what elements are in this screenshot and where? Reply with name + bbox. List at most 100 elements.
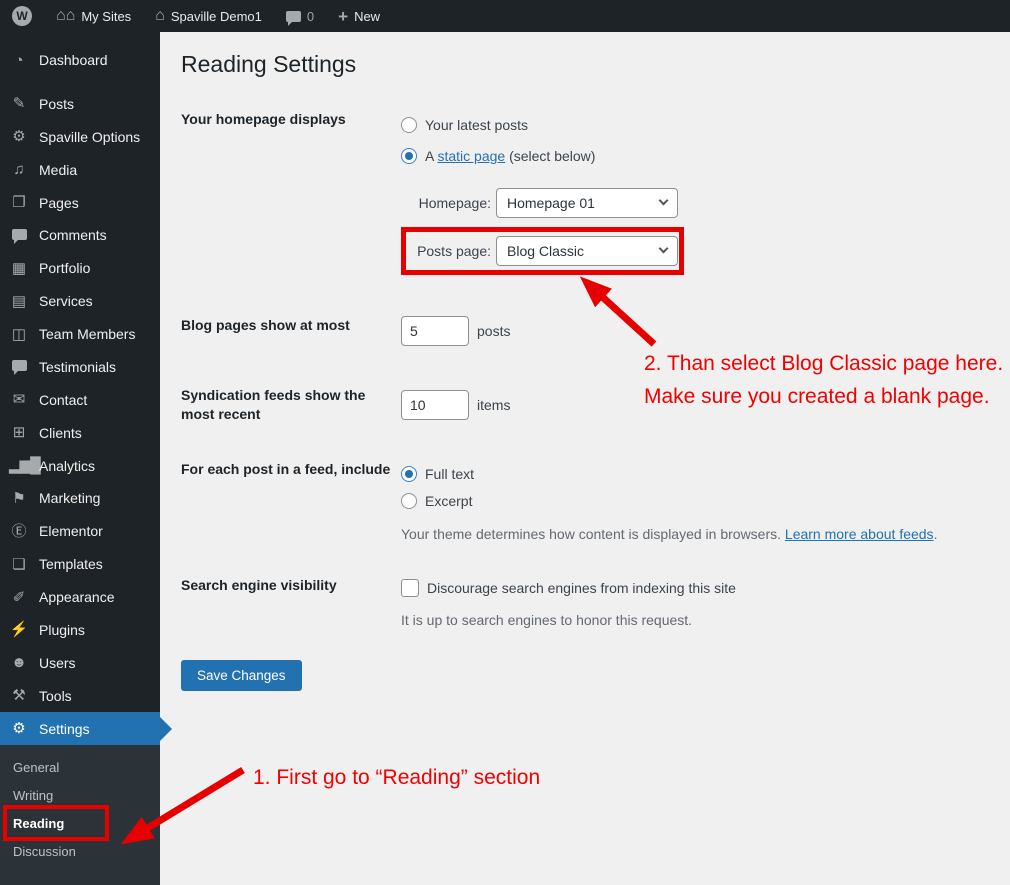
full-text-option-label: Full text	[425, 465, 475, 482]
sidebar-item-label: Templates	[39, 556, 103, 573]
feed-help-suffix: .	[933, 526, 938, 543]
latest-posts-radio[interactable]	[401, 117, 417, 134]
id-card-icon: ◫	[11, 325, 27, 343]
tools-icon: ⚒	[12, 687, 26, 705]
feed-help-prefix: Your theme determines how content is dis…	[401, 526, 785, 543]
reading-settings-page: Reading Settings Your homepage displays …	[160, 32, 1010, 885]
sidebar-item-testimonials[interactable]: Testimonials	[0, 351, 160, 384]
page-title: Reading Settings	[181, 51, 357, 77]
plus-icon: +	[338, 6, 349, 26]
sidebar-item-team-members[interactable]: ◫ Team Members	[0, 318, 160, 351]
sidebar-item-label: Plugins	[39, 621, 85, 638]
sidebar-item-label: Services	[39, 293, 93, 310]
submenu-item-label: General	[13, 759, 60, 775]
sidebar-item-label: Dashboard	[39, 52, 108, 69]
envelope-icon: ✉	[12, 391, 26, 409]
sidebar-item-label: Marketing	[39, 490, 101, 507]
homepage-select-value: Homepage 01	[507, 194, 595, 211]
static-page-link[interactable]: static page	[437, 148, 505, 164]
sidebar-item-elementor[interactable]: Ⓔ Elementor	[0, 515, 160, 548]
learn-more-feeds-link[interactable]: Learn more about feeds	[785, 526, 934, 542]
discourage-checkbox[interactable]	[401, 579, 419, 598]
new-content-button[interactable]: + New	[326, 0, 392, 32]
full-text-radio[interactable]	[401, 465, 417, 482]
portfolio-icon: ▦	[11, 259, 27, 277]
excerpt-option[interactable]: Excerpt	[401, 487, 990, 514]
comment-icon	[9, 228, 29, 244]
sidebar-item-label: Elementor	[39, 523, 103, 540]
full-text-option[interactable]: Full text	[401, 460, 990, 487]
static-page-option-label: A static page (select below)	[425, 148, 595, 164]
homepage-displays-label: Your homepage displays	[181, 110, 346, 127]
sidebar-item-portfolio[interactable]: ▦ Portfolio	[0, 252, 160, 285]
sidebar-item-tools[interactable]: ⚒ Tools	[0, 679, 160, 712]
excerpt-option-label: Excerpt	[425, 492, 473, 509]
sidebar-item-analytics[interactable]: ▂▆█ Analytics	[0, 449, 160, 482]
comments-count: 0	[306, 8, 315, 24]
user-icon: ☻	[11, 654, 27, 672]
sidebar-item-contact[interactable]: ✉ Contact	[0, 383, 160, 416]
sidebar-item-media[interactable]: ♫ Media	[0, 153, 160, 186]
comments-button[interactable]: 0	[274, 0, 326, 32]
sidebar-item-label: Clients	[39, 424, 82, 441]
admin-sidebar: ◔ Dashboard ✎ Posts ⚙ Spaville Options ♫…	[0, 32, 172, 885]
testimonial-icon	[9, 359, 29, 376]
blog-pages-unit: posts	[477, 322, 511, 339]
sidebar-item-appearance[interactable]: ✐ Appearance	[0, 581, 160, 614]
submenu-item-writing[interactable]: Writing	[0, 781, 160, 809]
bar-chart-icon: ▂▆█	[9, 457, 41, 475]
sidebar-item-clients[interactable]: ⊞ Clients	[0, 416, 160, 449]
search-help-text: It is up to search engines to honor this…	[401, 612, 693, 629]
sidebar-item-label: Analytics	[39, 457, 96, 474]
submenu-item-label: Writing	[13, 787, 54, 803]
save-changes-button[interactable]: Save Changes	[181, 660, 302, 692]
submenu-item-general[interactable]: General	[0, 753, 160, 781]
brush-icon: ✐	[12, 588, 26, 606]
excerpt-radio[interactable]	[401, 492, 417, 509]
site-name-label: Spaville Demo1	[170, 8, 262, 24]
sidebar-item-label: Testimonials	[39, 358, 117, 375]
pin-icon: ✎	[12, 95, 26, 113]
admin-bar: W ⌂⌂ My Sites ⌂ Spaville Demo1 0 + New	[0, 0, 1010, 32]
syndication-input[interactable]	[401, 390, 469, 421]
sidebar-item-marketing[interactable]: ⚑ Marketing	[0, 482, 160, 515]
static-page-radio[interactable]	[401, 148, 417, 165]
sidebar-item-services[interactable]: ▤ Services	[0, 285, 160, 318]
settings-submenu: General Writing Reading Discussion	[0, 745, 160, 885]
sliders-icon: ⚙	[12, 720, 26, 738]
sidebar-item-label: Pages	[39, 194, 79, 211]
wordpress-menu-button[interactable]: W	[0, 0, 44, 32]
sidebar-item-comments[interactable]: Comments	[0, 219, 160, 252]
sidebar-item-posts[interactable]: ✎ Posts	[0, 88, 160, 121]
sidebar-item-spaville-options[interactable]: ⚙ Spaville Options	[0, 120, 160, 153]
discourage-option[interactable]: Discourage search engines from indexing …	[401, 576, 990, 600]
submenu-item-reading[interactable]: Reading	[0, 805, 160, 842]
posts-page-select[interactable]: Blog Classic	[496, 235, 678, 266]
feed-help-text: Your theme determines how content is dis…	[401, 524, 990, 544]
homepage-select[interactable]: Homepage 01	[496, 187, 678, 218]
static-page-option[interactable]: A static page (select below)	[401, 141, 990, 172]
sidebar-item-templates[interactable]: ❏ Templates	[0, 548, 160, 581]
submenu-item-discussion[interactable]: Discussion	[0, 837, 160, 865]
my-sites-button[interactable]: ⌂⌂ My Sites	[44, 0, 143, 32]
chevron-down-icon	[658, 243, 669, 254]
blog-pages-input[interactable]	[401, 315, 469, 346]
sidebar-item-label: Contact	[39, 391, 88, 408]
reading-settings-form: Your homepage displays Your latest posts…	[181, 110, 990, 692]
discourage-checkbox-label: Discourage search engines from indexing …	[427, 580, 736, 597]
comment-bubble-icon	[285, 10, 301, 26]
sidebar-item-pages[interactable]: ❐ Pages	[0, 186, 160, 219]
sidebar-item-dashboard[interactable]: ◔ Dashboard	[0, 44, 160, 77]
latest-posts-option[interactable]: Your latest posts	[401, 110, 990, 141]
home-icon: ⌂	[155, 7, 165, 24]
sidebar-separator	[0, 77, 160, 88]
sidebar-item-users[interactable]: ☻ Users	[0, 646, 160, 679]
sidebar-item-label: Appearance	[39, 589, 115, 606]
sidebar-item-label: Tools	[39, 687, 72, 704]
sidebar-item-settings[interactable]: ⚙ Settings	[0, 712, 172, 746]
blog-pages-label: Blog pages show at most	[181, 316, 350, 333]
my-sites-label: My Sites	[81, 8, 132, 24]
sidebar-item-label: Media	[39, 161, 78, 178]
site-name-button[interactable]: ⌂ Spaville Demo1	[143, 0, 274, 32]
sidebar-item-plugins[interactable]: ⚡ Plugins	[0, 614, 160, 647]
